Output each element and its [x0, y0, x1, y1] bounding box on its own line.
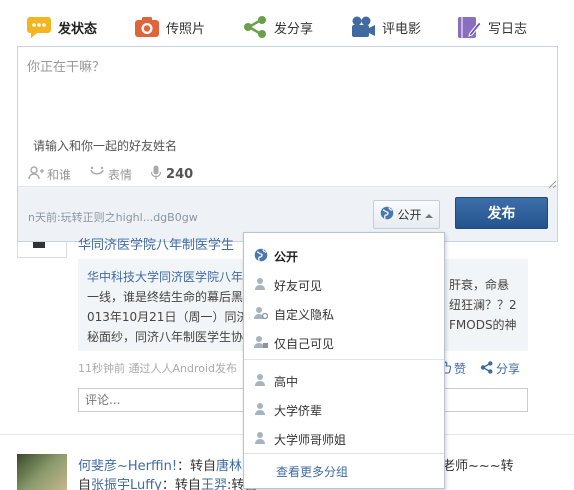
share-icon — [242, 15, 268, 39]
emoji-button[interactable]: 表情 — [89, 166, 132, 183]
privacy-group-option[interactable]: 大学侪辈 — [244, 396, 444, 424]
lock-user-icon — [254, 335, 268, 352]
repost-text: 老师~~~转 — [442, 459, 514, 474]
notebook-icon — [456, 15, 482, 39]
quote-line: 纽狂澜？？2 — [449, 298, 517, 312]
repost-text: ：转自 — [161, 478, 201, 490]
film-camera-icon — [350, 15, 376, 39]
emoji-label: 表情 — [108, 167, 133, 182]
tab-status[interactable]: 发状态 — [26, 12, 97, 42]
quote-line: 肝衰，命悬 — [449, 278, 510, 292]
feed-title-link[interactable]: 华同济医学院八年制医学生 — [78, 234, 248, 253]
group-icon — [254, 373, 268, 390]
group-label: 高中 — [274, 374, 299, 389]
with-who-button[interactable]: 和谁 — [28, 165, 72, 183]
tab-photo-label: 传照片 — [166, 21, 206, 37]
like-label: 赞 — [454, 362, 467, 376]
smile-icon — [89, 166, 105, 183]
share-button[interactable]: 分享 — [480, 360, 520, 377]
group-label: 大学师哥师姐 — [274, 432, 347, 447]
privacy-group-option[interactable]: 高中 — [244, 367, 444, 395]
tab-photo[interactable]: 传照片 — [134, 12, 205, 42]
add-friend-icon — [28, 165, 44, 183]
tab-blog[interactable]: 写日志 — [456, 12, 527, 42]
custom-privacy-icon — [254, 306, 269, 323]
char-count-value: 240 — [166, 166, 194, 182]
privacy-group-option[interactable]: 大学师哥师姐 — [244, 425, 444, 453]
tab-movie[interactable]: 评电影 — [350, 12, 421, 42]
privacy-button[interactable]: 公开 — [373, 200, 440, 229]
avatar[interactable] — [17, 454, 67, 490]
post-actions: 赞 分享 — [438, 360, 534, 377]
user-link[interactable]: 张振宇Luffy — [91, 478, 162, 490]
microphone-icon — [150, 165, 162, 183]
repost-text: ：转自 — [177, 459, 217, 474]
privacy-option-self[interactable]: 仅自己可见 — [244, 329, 444, 357]
globe-icon — [254, 248, 268, 265]
privacy-option-label: 仅自己可见 — [274, 336, 335, 351]
camera-icon — [134, 15, 160, 39]
tab-share-label: 发分享 — [274, 21, 314, 37]
quote-line[interactable]: 华中科技大学同济医学院八年 — [87, 267, 243, 287]
publish-button[interactable]: 发布 — [455, 197, 548, 229]
speech-bubble-icon — [26, 15, 52, 39]
quote-line: 013年10月21日（周一）同济 — [87, 310, 249, 324]
post-type-tabs: 发状态 传照片 发分享 评电影 写日志 — [0, 0, 574, 46]
user-link[interactable]: 何斐彦~Herffin! — [78, 459, 177, 474]
user-link[interactable]: 唐林 — [216, 459, 242, 474]
user-link[interactable]: 王羿 — [201, 478, 227, 490]
feed-text-line: 自张振宇Luffy：转自王羿:转自 — [78, 474, 257, 490]
privacy-option-friends[interactable]: 好友可见 — [244, 271, 444, 299]
privacy-option-public[interactable]: 公开 — [244, 242, 444, 270]
char-counter: 240 — [150, 165, 193, 183]
privacy-dropdown: 公开 好友可见 自定义隐私 仅自己可见 高中 大学侪辈 大学师哥师姐 查看更多分… — [243, 232, 445, 489]
composer-tools: 和谁 表情 240 — [28, 164, 211, 184]
group-icon — [254, 402, 268, 419]
tab-share[interactable]: 发分享 — [242, 12, 313, 42]
status-textarea[interactable]: 你正在干嘛？ 请输入和你一起的好友姓名 和谁 表情 240 — [18, 47, 557, 189]
caret-up-icon — [424, 208, 433, 222]
privacy-option-label: 自定义隐私 — [274, 307, 335, 322]
resize-grip-icon[interactable] — [548, 177, 557, 189]
avatar-fragment — [33, 242, 45, 248]
share-label: 分享 — [496, 362, 521, 376]
recent-post-text[interactable]: n天前:玩转正则之highl...dgB0gw — [28, 209, 198, 225]
menu-divider — [244, 359, 444, 360]
tab-status-label: 发状态 — [58, 21, 98, 37]
privacy-option-label: 公开 — [274, 249, 299, 264]
quote-line: 秘面纱，同济八年制医学生协 — [87, 330, 244, 344]
with-who-label: 和谁 — [47, 167, 72, 182]
status-placeholder: 你正在干嘛？ — [27, 60, 106, 75]
feed-text-line: 何斐彦~Herffin!：转自唐林 老师~~~转 — [78, 455, 514, 474]
post-time: 11秒钟前 通过人人Android发布 — [78, 362, 238, 375]
repost-text: 自 — [78, 478, 92, 490]
friend-icon — [254, 277, 268, 294]
menu-divider — [244, 453, 444, 454]
group-icon — [254, 431, 268, 448]
tab-movie-label: 评电影 — [382, 21, 422, 37]
privacy-option-label: 好友可见 — [274, 278, 323, 293]
globe-icon — [380, 206, 394, 223]
share-icon — [480, 360, 493, 377]
privacy-option-custom[interactable]: 自定义隐私 — [244, 300, 444, 328]
quote-line: FMODS的神 — [449, 318, 517, 332]
quote-line: 一线，谁是终结生命的幕后黑 — [87, 290, 244, 304]
privacy-label: 公开 — [397, 208, 422, 222]
group-label: 大学侪辈 — [274, 403, 323, 418]
tab-blog-label: 写日志 — [488, 21, 528, 37]
view-more-groups-link[interactable]: 查看更多分组 — [276, 463, 348, 480]
status-composer: 你正在干嘛？ 请输入和你一起的好友姓名 和谁 表情 240 n天前:玩转正则之h… — [17, 46, 558, 242]
tag-friends-hint[interactable]: 请输入和你一起的好友姓名 — [33, 137, 177, 154]
